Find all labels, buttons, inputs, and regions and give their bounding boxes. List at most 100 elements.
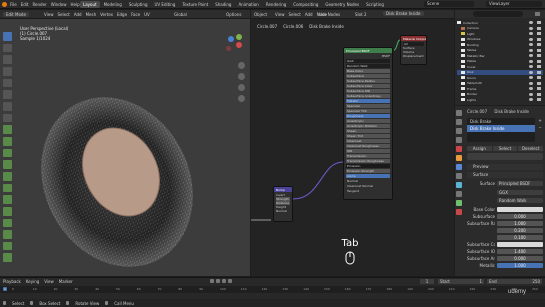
timeline-ruler[interactable]: 0 10 20 30 40 50 60 70 80 90 100 110 120 130 140 150 160… — [0, 286, 545, 293]
distribution-dropdown[interactable]: GGX — [497, 190, 543, 195]
frame-current-field[interactable]: 1 — [420, 279, 434, 284]
bsdf-row-emission[interactable]: Emission — [346, 164, 390, 168]
property-value-field[interactable]: 0.100 — [497, 235, 543, 240]
bsdf-row-alpha[interactable]: Alpha — [346, 174, 390, 178]
render-camera-icon[interactable] — [537, 32, 541, 36]
particles-tab-icon[interactable] — [456, 173, 462, 179]
material-datablock-row[interactable]: Disk Brake Inside — [467, 153, 543, 169]
bsdf-row-clearcoat-roughness[interactable]: Clearcoat Roughness — [346, 144, 390, 148]
select-button[interactable]: Select — [492, 146, 518, 151]
assign-button[interactable]: Assign — [467, 146, 492, 151]
render-camera-icon[interactable] — [537, 87, 541, 91]
material-slot-item-active[interactable]: Disk Brake Inside — [467, 125, 535, 132]
bsdf-row-specular[interactable]: Specular — [346, 104, 390, 108]
tab-layout[interactable]: Layout — [80, 1, 100, 8]
output-node-header[interactable]: Material Output — [401, 36, 426, 41]
viewport-menu-face[interactable]: Face — [131, 12, 140, 17]
menu-window[interactable]: Window — [51, 2, 67, 7]
visibility-eye-icon[interactable] — [529, 59, 533, 63]
bsdf-row-transmission-roughness[interactable]: Transmission Roughness — [346, 159, 390, 163]
bsdf-subsurface-method-dropdown[interactable]: Random Walk — [346, 64, 390, 68]
transform-orientation[interactable]: Global — [174, 12, 187, 17]
visibility-eye-icon[interactable] — [529, 70, 533, 74]
bsdf-row-clearcoat[interactable]: Clearcoat — [346, 139, 390, 143]
visibility-eye-icon[interactable] — [529, 21, 533, 25]
bsdf-row-roughness[interactable]: Roughness — [346, 114, 390, 118]
visibility-eye-icon[interactable] — [529, 76, 533, 80]
world-tab-icon[interactable] — [456, 146, 462, 152]
tab-sculpting[interactable]: Sculpting — [126, 1, 151, 8]
deselect-button[interactable]: Deselect — [518, 146, 544, 151]
property-value-field[interactable]: 1.000 — [497, 221, 543, 226]
visibility-eye-icon[interactable] — [529, 54, 533, 58]
material-tab-icon[interactable] — [456, 209, 462, 215]
subsurface-method-dropdown[interactable]: Random Walk — [497, 198, 543, 203]
property-value-field[interactable] — [497, 242, 543, 247]
surface-shader-dropdown[interactable]: Principled BSDF — [497, 181, 543, 186]
spin-tool-icon[interactable] — [3, 195, 12, 204]
timeline-menu-keying[interactable]: Keying — [26, 279, 39, 284]
jump-start-icon[interactable] — [210, 279, 214, 283]
disc-mesh-object[interactable] — [25, 90, 205, 276]
add-slot-button[interactable]: + — [537, 118, 543, 123]
principled-bsdf-node[interactable]: Principled BSDF BSDF GGX Random Walk Bas… — [343, 47, 393, 200]
tab-scripting[interactable]: Scripting — [363, 1, 387, 8]
move-tool-icon[interactable] — [3, 55, 12, 64]
render-camera-icon[interactable] — [537, 76, 541, 80]
render-camera-icon[interactable] — [537, 92, 541, 96]
visibility-eye-icon[interactable] — [529, 26, 533, 30]
outliner-filter-icon[interactable] — [535, 12, 540, 16]
rotate-tool-icon[interactable] — [3, 66, 12, 76]
zoom-icon[interactable] — [238, 62, 245, 69]
shrink-fatten-tool-icon[interactable] — [3, 230, 12, 239]
shear-tool-icon[interactable] — [3, 241, 12, 251]
playhead-frame-badge[interactable]: 1 — [3, 287, 7, 291]
viewport-menu-edge[interactable]: Edge — [117, 12, 127, 17]
property-value-field[interactable]: 1.400 — [497, 249, 543, 254]
property-value-field[interactable]: 0.000 — [497, 256, 543, 261]
menu-file[interactable]: File — [10, 2, 17, 7]
preview-panel-header[interactable]: Preview — [467, 164, 543, 170]
render-camera-icon[interactable] — [537, 26, 541, 30]
cursor-tool-icon[interactable] — [3, 43, 12, 53]
modifier-tab-icon[interactable] — [456, 164, 462, 170]
viewport-options[interactable]: Options — [226, 12, 241, 17]
tool-tab-icon[interactable] — [456, 110, 462, 116]
bsdf-row-anisotropic-rotation[interactable]: Anisotropic Rotation — [346, 124, 390, 128]
tab-shading[interactable]: Shading — [212, 1, 234, 8]
play-icon[interactable] — [222, 279, 226, 283]
render-camera-icon[interactable] — [537, 98, 541, 102]
loop-cut-tool-icon[interactable] — [3, 160, 12, 169]
visibility-eye-icon[interactable] — [529, 98, 533, 102]
inset-tool-icon[interactable] — [3, 136, 12, 146]
visibility-eye-icon[interactable] — [529, 87, 533, 91]
bevel-tool-icon[interactable] — [3, 148, 12, 158]
viewport-3d[interactable]: Edit Mode View Select Add Mesh Vertex Ed… — [0, 10, 250, 276]
render-camera-icon[interactable] — [537, 43, 541, 47]
bsdf-row-subsurface-color[interactable]: Subsurface Color — [346, 84, 390, 88]
pan-hand-icon[interactable] — [238, 73, 245, 80]
visibility-eye-icon[interactable] — [529, 81, 533, 85]
tab-modeling[interactable]: Modeling — [101, 1, 125, 8]
poly-build-tool-icon[interactable] — [3, 183, 12, 193]
visibility-eye-icon[interactable] — [529, 65, 533, 69]
bsdf-row-anisotropic[interactable]: Anisotropic — [346, 119, 390, 123]
rip-tool-icon[interactable] — [3, 253, 12, 263]
visibility-eye-icon[interactable] — [529, 32, 533, 36]
menu-help[interactable]: Help — [70, 2, 79, 7]
tab-rendering[interactable]: Rendering — [263, 1, 289, 8]
jump-end-icon[interactable] — [228, 279, 232, 283]
physics-tab-icon[interactable] — [456, 182, 462, 188]
tab-compositing[interactable]: Compositing — [290, 1, 321, 8]
visibility-eye-icon[interactable] — [529, 48, 533, 52]
timeline-menu-marker[interactable]: Marker — [59, 279, 73, 284]
frame-end-field[interactable]: End 250 — [487, 279, 542, 284]
remove-slot-button[interactable]: − — [537, 125, 543, 130]
visibility-eye-icon[interactable] — [529, 37, 533, 41]
bsdf-distribution-dropdown[interactable]: GGX — [346, 59, 390, 63]
select-box-tool-icon[interactable] — [3, 32, 12, 41]
output-tab-icon[interactable] — [456, 128, 462, 134]
bsdf-row-subsurface[interactable]: Subsurface — [346, 74, 390, 78]
material-output-node[interactable]: Material Output All Surface Volume Displ… — [400, 35, 427, 65]
viewport-menu-mesh[interactable]: Mesh — [86, 12, 97, 17]
